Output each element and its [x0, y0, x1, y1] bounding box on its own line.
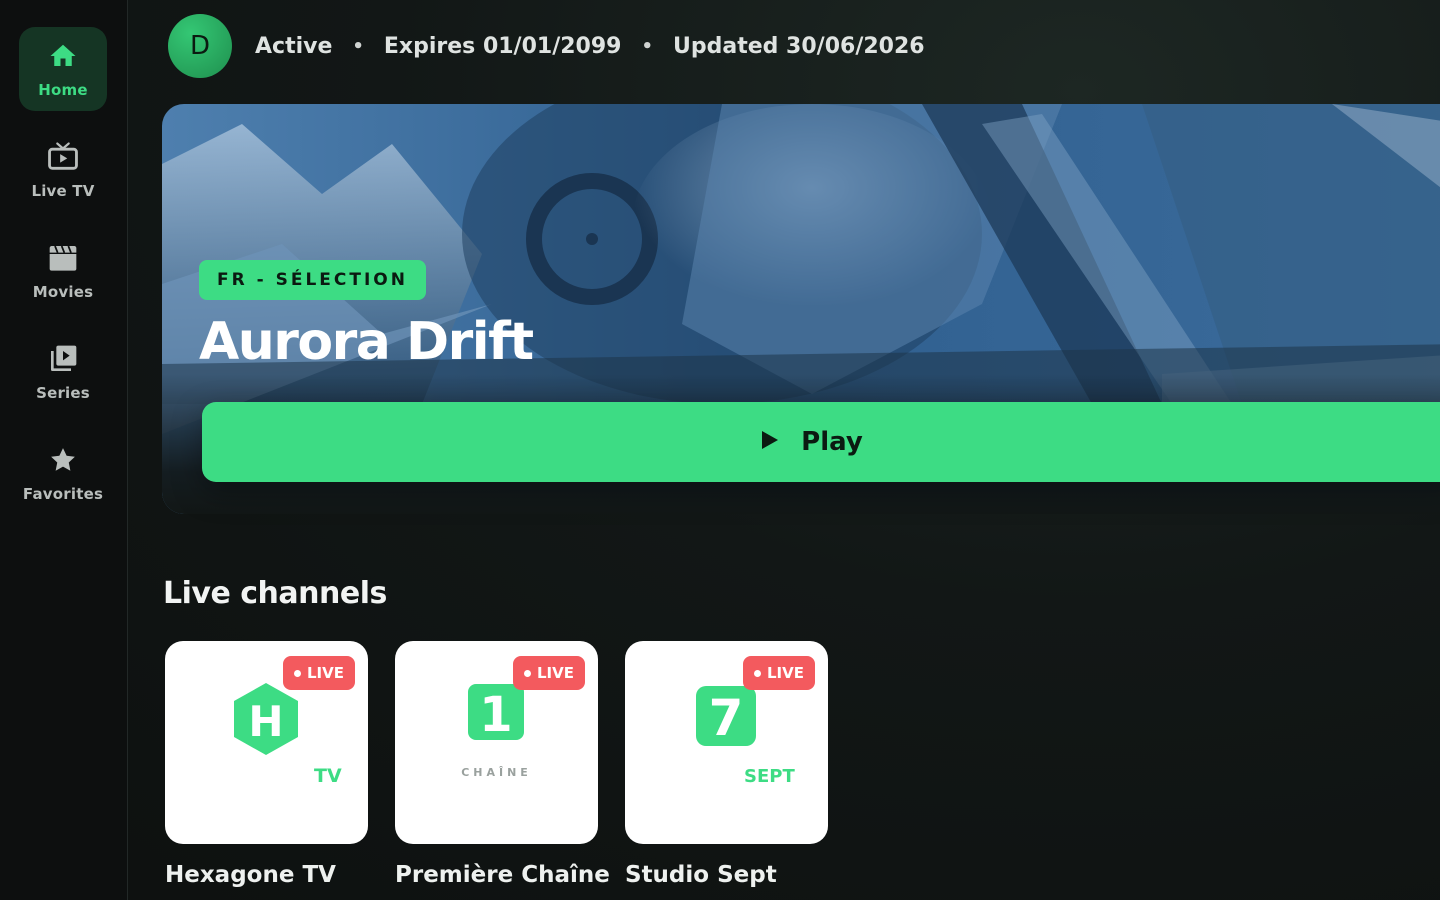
- live-badge: LIVE: [513, 656, 585, 690]
- live-badge: LIVE: [283, 656, 355, 690]
- channel-logo-tile: 7 LIVE SEPT: [625, 641, 828, 844]
- avatar[interactable]: D: [168, 14, 232, 78]
- channel-name: Hexagone TV: [165, 862, 336, 888]
- account-status-row: Active • Expires 01/01/2099 • Updated 30…: [255, 34, 925, 59]
- channel-logo-text: CHAÎNE: [461, 766, 532, 779]
- app-root: Home Live TV Movies Series Favorites D A…: [0, 0, 1440, 900]
- channel-logo-tile: 1 LIVE CHAÎNE: [395, 641, 598, 844]
- live-dot-icon: [294, 669, 301, 677]
- channel-logo-mark: 7: [709, 689, 744, 747]
- sidebar-item-movies[interactable]: Movies: [19, 229, 107, 313]
- play-icon: [761, 430, 779, 454]
- sidebar: Home Live TV Movies Series Favorites: [0, 0, 128, 900]
- series-icon: [46, 342, 80, 376]
- sidebar-item-label: Series: [36, 384, 90, 402]
- account-header: D Active • Expires 01/01/2099 • Updated …: [168, 14, 925, 78]
- sidebar-item-home[interactable]: Home: [19, 27, 107, 111]
- channel-logo-mark: H: [248, 697, 283, 746]
- channel-card-studio-sept[interactable]: 7 LIVE SEPT Studio Sept: [625, 641, 828, 888]
- channel-logo-tile: H LIVE TV: [165, 641, 368, 844]
- channel-logo-text: SEPT: [744, 766, 795, 787]
- live-badge-label: LIVE: [307, 664, 344, 682]
- channel-name: Première Chaîne: [395, 862, 610, 888]
- channel-name: Studio Sept: [625, 862, 777, 888]
- channel-card-hexagone-tv[interactable]: H LIVE TV Hexagone TV: [165, 641, 368, 888]
- section-title-live-channels: Live channels: [163, 576, 387, 611]
- play-button[interactable]: Play: [202, 402, 1440, 482]
- account-status: Active: [255, 33, 333, 59]
- sidebar-item-label: Home: [38, 81, 88, 99]
- star-icon: [46, 443, 80, 477]
- live-dot-icon: [524, 669, 531, 677]
- separator-dot: •: [352, 35, 364, 57]
- clapperboard-icon: [46, 241, 80, 275]
- live-badge-label: LIVE: [767, 664, 804, 682]
- expiry-date: Expires 01/01/2099: [383, 33, 622, 59]
- live-badge-label: LIVE: [537, 664, 574, 682]
- live-dot-icon: [754, 669, 761, 677]
- channel-card-premiere-chaine[interactable]: 1 LIVE CHAÎNE Première Chaîne: [395, 641, 610, 888]
- live-badge: LIVE: [743, 656, 815, 690]
- sidebar-item-live-tv[interactable]: Live TV: [19, 128, 107, 212]
- category-badge: FR - SÉLECTION: [199, 260, 426, 300]
- tv-icon: [46, 140, 80, 174]
- home-icon: [46, 39, 80, 73]
- play-button-content: Play: [761, 427, 863, 457]
- sidebar-item-favorites[interactable]: Favorites: [19, 431, 107, 515]
- channel-logo-text: TV: [314, 765, 342, 787]
- sidebar-item-label: Movies: [32, 283, 94, 301]
- sidebar-item-label: Live TV: [31, 182, 95, 200]
- avatar-initial: D: [189, 31, 211, 61]
- play-button-label: Play: [801, 427, 863, 457]
- channel-list: H LIVE TV Hexagone TV 1 LIVE CHAÎNE Prem…: [165, 641, 828, 888]
- channel-logo-mark: 1: [479, 687, 512, 743]
- sidebar-item-label: Favorites: [22, 485, 104, 503]
- hero-title: Aurora Drift: [199, 312, 534, 372]
- updated-date: Updated 30/06/2026: [673, 33, 925, 59]
- separator-dot: •: [641, 35, 653, 57]
- sidebar-item-series[interactable]: Series: [19, 330, 107, 414]
